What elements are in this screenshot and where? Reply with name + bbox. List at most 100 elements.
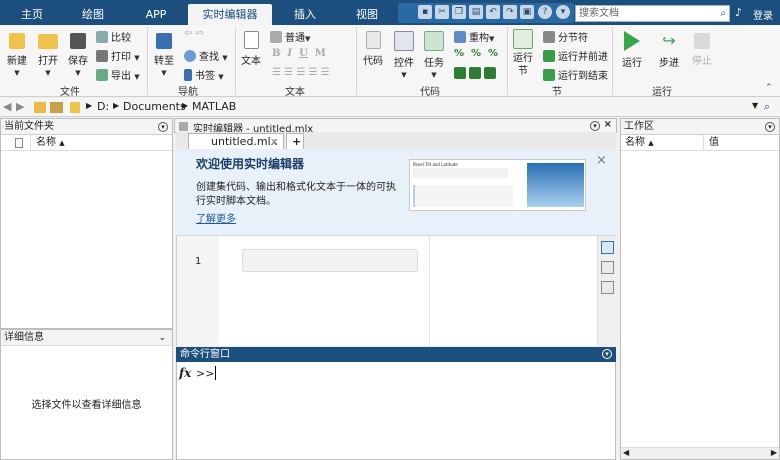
chevron-down-icon[interactable]: ▼ (752, 101, 758, 110)
new-label: 新建 (7, 56, 27, 67)
tab-plots[interactable]: 绘图 (72, 4, 114, 25)
path-matlab[interactable]: MATLAB (192, 100, 236, 113)
goto-button[interactable]: 转至 ▼ (151, 31, 177, 78)
tab-insert[interactable]: 插入 (285, 4, 325, 25)
text-button[interactable]: 文本 (239, 31, 263, 67)
options-icon[interactable]: ▾ (556, 5, 570, 19)
smart-indent-icon[interactable] (484, 67, 496, 79)
tab-view[interactable]: 视图 (347, 4, 387, 25)
paste-icon[interactable]: ▤ (469, 5, 483, 19)
column-name[interactable]: 名称 ▲ (36, 135, 65, 151)
step-button[interactable]: ↪ 步进 (656, 31, 682, 69)
panel-menu-icon[interactable]: ▾ (158, 122, 168, 132)
learn-more-link[interactable]: 了解更多 (196, 210, 236, 225)
command-window[interactable]: fx >> (176, 362, 616, 460)
export-label: 导出 (111, 71, 131, 82)
run-button[interactable]: 运行 (619, 31, 645, 69)
align-right-icon[interactable]: ☰ (321, 67, 330, 78)
back-forward-nav[interactable]: ⇦ ⇨ (184, 28, 204, 39)
bookmark-button[interactable]: 书签 ▼ (184, 67, 224, 82)
find-button[interactable]: 查找 ▼ (184, 48, 228, 63)
code-button[interactable]: 代码 (361, 31, 385, 67)
scroll-left-icon[interactable]: ◀ (623, 448, 629, 457)
search-placeholder: 搜索文档 (579, 8, 619, 19)
bell-icon[interactable]: ♪ (735, 6, 742, 19)
numbered-list-icon[interactable]: ☰ (272, 67, 281, 78)
panel-menu-icon[interactable]: ▾ (765, 122, 775, 132)
wrap-icon[interactable]: % (488, 48, 498, 59)
align-left-icon[interactable]: ☰ (296, 67, 305, 78)
browse-folder-icon[interactable] (50, 102, 63, 113)
up-folder-icon[interactable] (34, 102, 46, 113)
indent-icon[interactable]: % (471, 48, 481, 59)
align-center-icon[interactable]: ☰ (308, 67, 317, 78)
column-value[interactable]: 值 (709, 135, 719, 151)
bold-icon[interactable]: B (272, 48, 280, 59)
goto-arrow-icon (156, 33, 172, 49)
task-button[interactable]: 任务 ▼ (422, 31, 446, 80)
compare-button[interactable]: 比较 (96, 29, 131, 44)
underline-icon[interactable]: U (299, 48, 308, 59)
section-break-button[interactable]: 分节符 (543, 29, 588, 44)
new-tab-button[interactable]: + (286, 133, 304, 149)
undo-icon[interactable]: ↶ (486, 5, 500, 19)
function-browser-icon[interactable]: fx (179, 366, 191, 380)
path-documents[interactable]: Documents (123, 100, 186, 113)
cut-icon[interactable]: ✂ (435, 5, 449, 19)
export-button[interactable]: 导出 ▼ (96, 67, 140, 82)
copy-icon[interactable]: ❐ (452, 5, 466, 19)
output-right-icon[interactable] (601, 261, 614, 274)
help-icon[interactable]: ? (538, 5, 552, 19)
close-tab-icon[interactable]: × (270, 134, 279, 149)
path-separator: ▶ (182, 101, 189, 110)
panel-menu-icon[interactable]: ▾ (602, 349, 612, 359)
chevron-down-icon[interactable]: ⌄ (158, 330, 166, 346)
code-cell[interactable] (242, 249, 418, 272)
search-icon[interactable]: ⌕ (720, 6, 726, 21)
save-button[interactable]: 保存 ▼ (65, 31, 91, 78)
separator (235, 27, 236, 95)
tab-home[interactable]: 主页 (12, 4, 52, 25)
tab-untitled-mlx[interactable]: untitled.mlx × (188, 133, 284, 149)
stop-button[interactable]: 停止 (689, 31, 715, 67)
run-advance-button[interactable]: 运行并前进 (543, 48, 608, 63)
scroll-right-icon[interactable]: ▶ (771, 448, 777, 457)
tab-live-editor[interactable]: 实时编辑器 (188, 4, 272, 25)
collapse-ribbon-icon[interactable]: ⌃ (765, 83, 773, 93)
column-divider (703, 135, 704, 151)
save-icon[interactable]: ▪ (418, 5, 432, 19)
comment-icon[interactable]: % (454, 48, 464, 59)
print-label: 打印 (111, 52, 131, 63)
sign-in-link[interactable]: 登录 (753, 7, 773, 22)
text-style-dropdown[interactable]: 普通▼ (270, 29, 310, 44)
print-button[interactable]: 打印 ▼ (96, 48, 140, 63)
forward-icon[interactable]: ▶ (16, 100, 24, 113)
bullet-list-icon[interactable]: ☰ (284, 67, 293, 78)
search-folder-icon[interactable]: ⌕ (764, 100, 770, 114)
increase-indent-icon[interactable] (454, 67, 466, 79)
column-name[interactable]: 名称 ▲ (625, 135, 654, 151)
close-banner-icon[interactable]: × (596, 153, 607, 168)
tab-apps[interactable]: APP (136, 4, 176, 25)
refactor-button[interactable]: 重构▼ (454, 29, 494, 44)
path-drive[interactable]: D: (97, 100, 109, 113)
decrease-indent-icon[interactable] (469, 67, 481, 79)
redo-icon[interactable]: ↷ (503, 5, 517, 19)
output-inline-icon[interactable] (601, 241, 614, 254)
welcome-title: 欢迎使用实时编辑器 (196, 157, 305, 171)
open-button[interactable]: 打开 ▼ (35, 31, 61, 78)
new-button[interactable]: 新建 ▼ (4, 31, 30, 78)
switch-windows-icon[interactable]: ▣ (520, 5, 534, 19)
run-section-button[interactable]: 运行节 (510, 29, 536, 78)
close-icon[interactable]: × (604, 119, 612, 130)
search-documentation-input[interactable]: 搜索文档 ⌕ (575, 5, 730, 22)
back-icon[interactable]: ◀ (3, 100, 11, 113)
panel-menu-icon[interactable]: ▾ (590, 121, 600, 131)
control-button[interactable]: 控件 ▼ (392, 31, 416, 80)
hide-code-icon[interactable] (601, 281, 614, 294)
monospace-icon[interactable]: M (315, 48, 326, 59)
italic-icon[interactable]: I (287, 48, 292, 59)
find-label: 查找 (199, 52, 219, 63)
run-to-end-button[interactable]: 运行到结束 (543, 67, 608, 82)
horizontal-scrollbar[interactable]: ◀ ▶ (621, 447, 779, 459)
